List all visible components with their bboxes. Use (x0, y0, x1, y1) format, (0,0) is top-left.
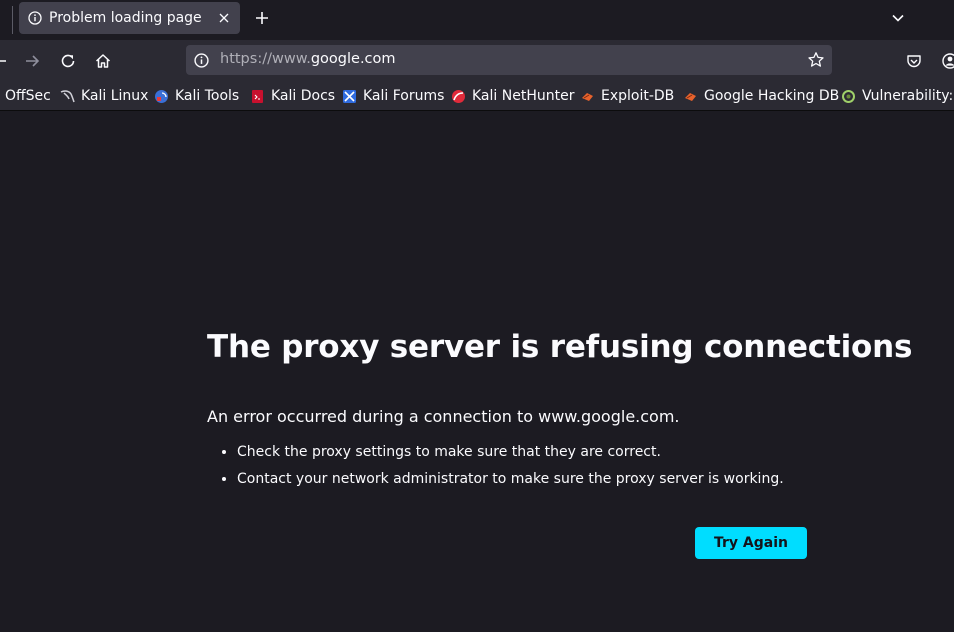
list-item: Contact your network administrator to ma… (237, 471, 784, 488)
error-description: An error occurred during a connection to… (207, 407, 680, 426)
bookmark-label: Vulnerability: S (862, 88, 954, 104)
bookmark-exploit-db[interactable]: Exploit-DB (580, 87, 674, 105)
list-item: Check the proxy settings to make sure th… (237, 444, 784, 461)
bookmark-label: Kali Docs (271, 88, 336, 104)
bookmark-kali-tools[interactable]: Kali Tools (154, 87, 239, 105)
home-icon[interactable] (94, 52, 112, 70)
url-bar[interactable]: https://www.google.com (186, 45, 832, 75)
bookmark-google-hacking-db[interactable]: Google Hacking DB (683, 87, 839, 105)
info-icon (28, 11, 42, 25)
bookmark-kali-forums[interactable]: Kali Forums (342, 87, 444, 105)
tab-strip: Problem loading page (0, 0, 954, 40)
error-page: The proxy server is refusing connections… (0, 111, 954, 632)
bookmark-label: Kali Linux (81, 88, 149, 104)
bookmark-label: Exploit-DB (601, 88, 675, 104)
tab-separator (12, 6, 13, 34)
bookmark-label: Kali Tools (175, 88, 240, 104)
url-prefix: https://www. (220, 51, 311, 67)
bookmark-label: Kali NetHunter (472, 88, 575, 104)
url-text: https://www.google.com (220, 51, 396, 67)
tab-problem-loading[interactable]: Problem loading page (19, 2, 240, 34)
bookmark-kali-linux[interactable]: Kali Linux (60, 87, 148, 105)
bookmark-vulnerability[interactable]: Vulnerability: S (841, 87, 954, 105)
bookmark-star-icon[interactable] (807, 51, 825, 69)
site-info-icon[interactable] (194, 53, 209, 68)
kali-tools-icon (155, 89, 168, 103)
suggestion-list: Check the proxy settings to make sure th… (207, 444, 784, 498)
error-title: The proxy server is refusing connections (207, 329, 913, 365)
reload-icon[interactable] (59, 52, 77, 70)
back-arrow-icon[interactable] (0, 52, 9, 70)
forward-arrow-icon[interactable] (23, 52, 41, 70)
bookmark-label: Kali Forums (363, 88, 445, 104)
bookmarks-toolbar: OffSec Kali Linux Kali Tools Kali Docs K… (0, 82, 954, 111)
bookmark-label: Google Hacking DB (704, 88, 840, 104)
close-icon[interactable] (218, 12, 230, 24)
url-domain: google.com (310, 51, 396, 67)
nav-toolbar: https://www.google.com (0, 40, 954, 82)
new-tab-plus-icon[interactable] (253, 9, 271, 27)
bookmark-offsec[interactable]: OffSec (5, 87, 51, 105)
tab-title: Problem loading page (49, 10, 202, 26)
ghdb-icon (685, 92, 696, 101)
vulnerability-icon (842, 89, 855, 103)
pocket-icon[interactable] (905, 52, 923, 70)
bookmark-kali-nethunter[interactable]: Kali NetHunter (451, 87, 574, 105)
exploit-db-icon (582, 92, 593, 101)
chevron-down-icon[interactable] (890, 10, 906, 26)
bookmark-label: OffSec (5, 88, 51, 104)
kali-docs-icon (252, 89, 263, 103)
kali-forums-icon (343, 89, 356, 103)
kali-dragon-icon (60, 89, 75, 102)
try-again-button[interactable]: Try Again (695, 527, 807, 559)
nethunter-icon (452, 89, 465, 103)
bookmark-kali-docs[interactable]: Kali Docs (250, 87, 335, 105)
account-icon[interactable] (941, 52, 954, 70)
